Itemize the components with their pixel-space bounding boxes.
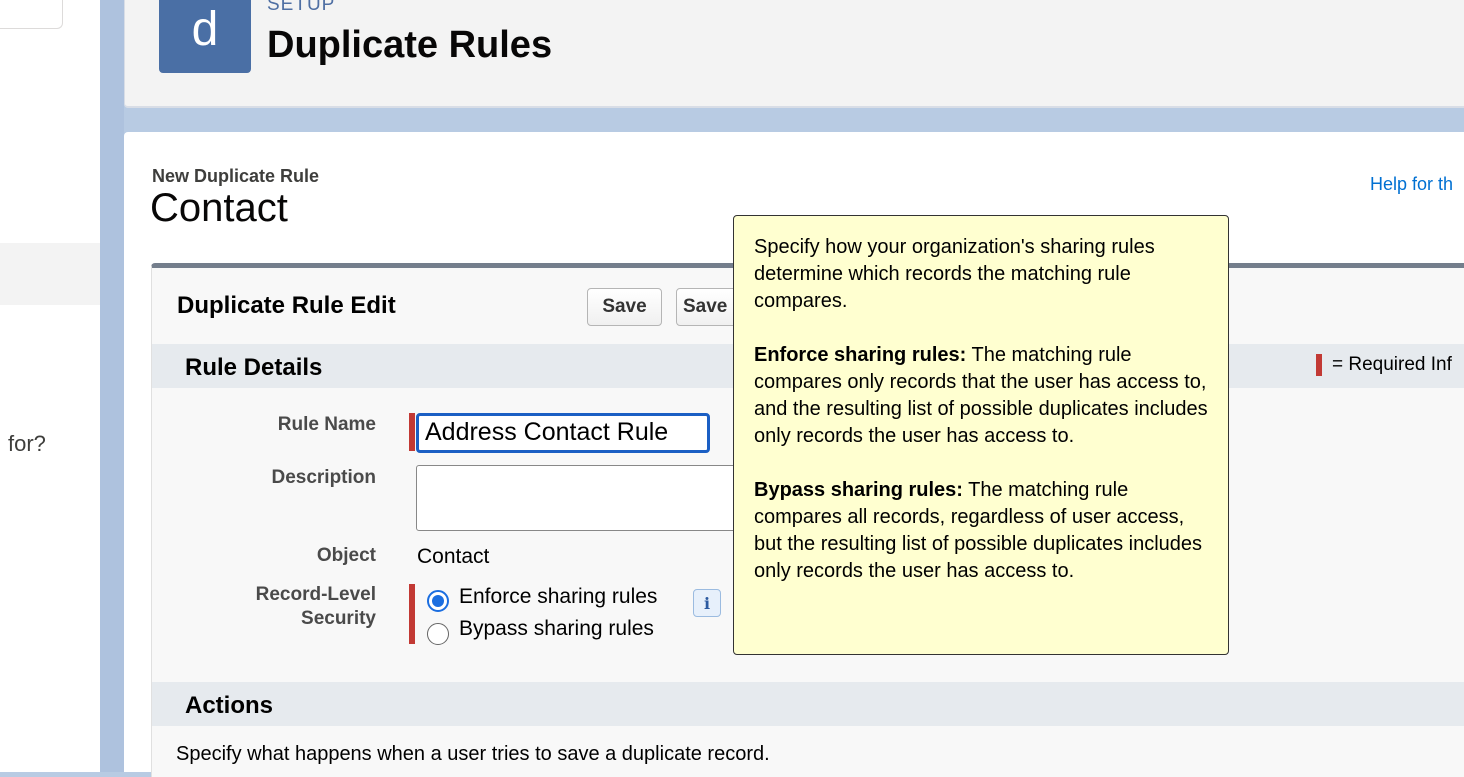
setup-sidebar: for?	[0, 0, 100, 772]
background-pattern	[100, 0, 124, 772]
tooltip-bypass-title: Bypass sharing rules:	[754, 479, 963, 501]
rule-details-title: Rule Details	[185, 354, 323, 381]
record-level-security-label: Record-Level Security	[196, 584, 376, 630]
tooltip-enforce: Enforce sharing rules: The matching rule…	[754, 342, 1210, 450]
object-value: Contact	[417, 545, 490, 568]
bypass-sharing-label[interactable]: Bypass sharing rules	[459, 617, 654, 641]
security-label-line2: Security	[301, 608, 376, 629]
object-title: Contact	[150, 186, 288, 230]
actions-description: Specify what happens when a user tries t…	[176, 743, 770, 765]
page-header: d SETUP Duplicate Rules	[124, 0, 1464, 108]
bypass-sharing-radio[interactable]	[427, 623, 449, 645]
page-title: Duplicate Rules	[267, 24, 553, 66]
sidebar-selected-item[interactable]	[0, 243, 100, 305]
required-indicator	[1316, 354, 1322, 376]
required-legend: = Required Inf	[1316, 354, 1452, 376]
description-textarea[interactable]	[416, 465, 746, 531]
icon-letter: d	[191, 3, 219, 56]
tooltip-enforce-title: Enforce sharing rules:	[754, 344, 967, 366]
object-label: Object	[316, 545, 376, 566]
sidebar-partial-text: for?	[8, 431, 46, 456]
required-legend-text: = Required Inf	[1332, 354, 1452, 376]
description-label: Description	[271, 467, 376, 488]
actions-title: Actions	[185, 692, 274, 719]
help-link[interactable]: Help for th	[1370, 174, 1453, 195]
page-subtitle: New Duplicate Rule	[152, 166, 320, 186]
enforce-sharing-label[interactable]: Enforce sharing rules	[459, 585, 657, 609]
save-button[interactable]: Save	[587, 288, 662, 326]
tooltip-intro: Specify how your organization's sharing …	[754, 236, 1155, 312]
setup-app-icon: d	[159, 0, 251, 73]
edit-block-title: Duplicate Rule Edit	[177, 292, 396, 319]
security-label-line1: Record-Level	[255, 584, 376, 605]
tooltip-bypass: Bypass sharing rules: The matching rule …	[754, 477, 1210, 585]
info-icon[interactable]: i	[693, 589, 721, 617]
rule-name-label: Rule Name	[277, 414, 376, 435]
rule-name-required-bar	[409, 413, 415, 451]
rule-name-input[interactable]: Address Contact Rule	[416, 413, 710, 453]
setup-label: SETUP	[267, 0, 336, 15]
sharing-rules-tooltip: Specify how your organization's sharing …	[733, 215, 1229, 655]
actions-section-header: Actions	[152, 682, 1464, 726]
security-required-bar	[409, 584, 415, 644]
quick-find-input[interactable]	[0, 0, 63, 29]
enforce-sharing-radio[interactable]	[427, 590, 449, 612]
